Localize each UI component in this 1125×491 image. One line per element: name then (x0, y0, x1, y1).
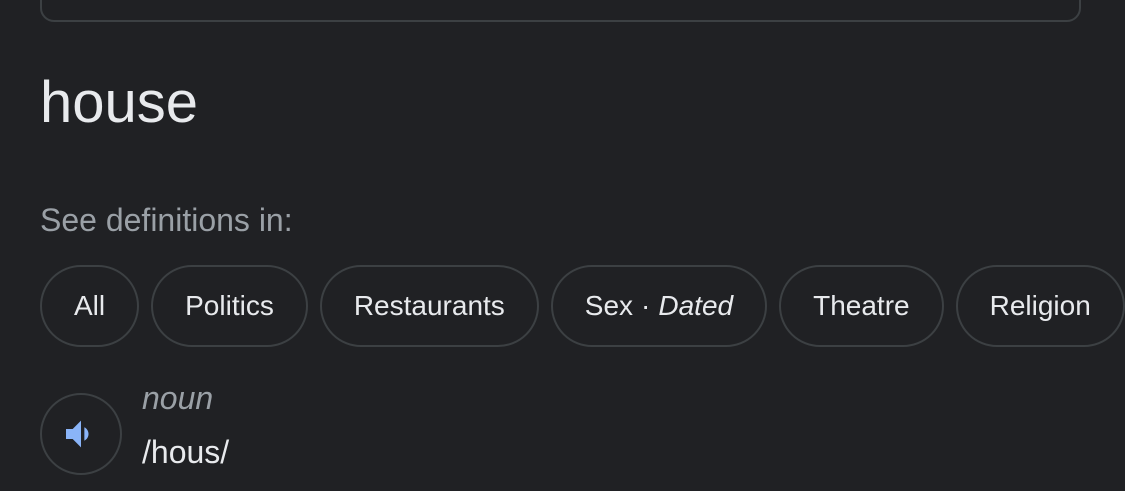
headword: house (40, 70, 199, 135)
chip-theatre[interactable]: Theatre (779, 265, 944, 347)
chip-sex-dated[interactable]: Sex · Dated (550, 265, 768, 347)
chip-separator: · (641, 290, 651, 321)
chip-label: All (74, 290, 106, 321)
dictionary-panel: house See definitions in: All Politics R… (0, 0, 1125, 491)
see-definitions-label: See definitions in: (40, 202, 293, 238)
chip-label: Theatre (813, 290, 910, 321)
chip-label: Religion (989, 290, 1091, 321)
chip-politics[interactable]: Politics (151, 265, 308, 347)
part-of-speech: noun (142, 380, 214, 416)
speaker-icon (66, 420, 89, 448)
chip-religion[interactable]: Religion (955, 265, 1125, 347)
chip-label: Restaurants (353, 290, 505, 321)
chip-qualifier: Dated (658, 290, 734, 321)
chip-label: Sex (584, 290, 634, 321)
pronunciation-text: /hous/ (142, 434, 230, 470)
chip-all[interactable]: All (40, 265, 140, 347)
chip-restaurants[interactable]: Restaurants (319, 265, 539, 347)
category-chips: All Politics Restaurants Sex · Dated The… (40, 265, 1125, 347)
chip-label: Politics (185, 290, 274, 321)
search-card[interactable] (40, 0, 1081, 22)
pronunciation-button[interactable] (40, 393, 122, 475)
